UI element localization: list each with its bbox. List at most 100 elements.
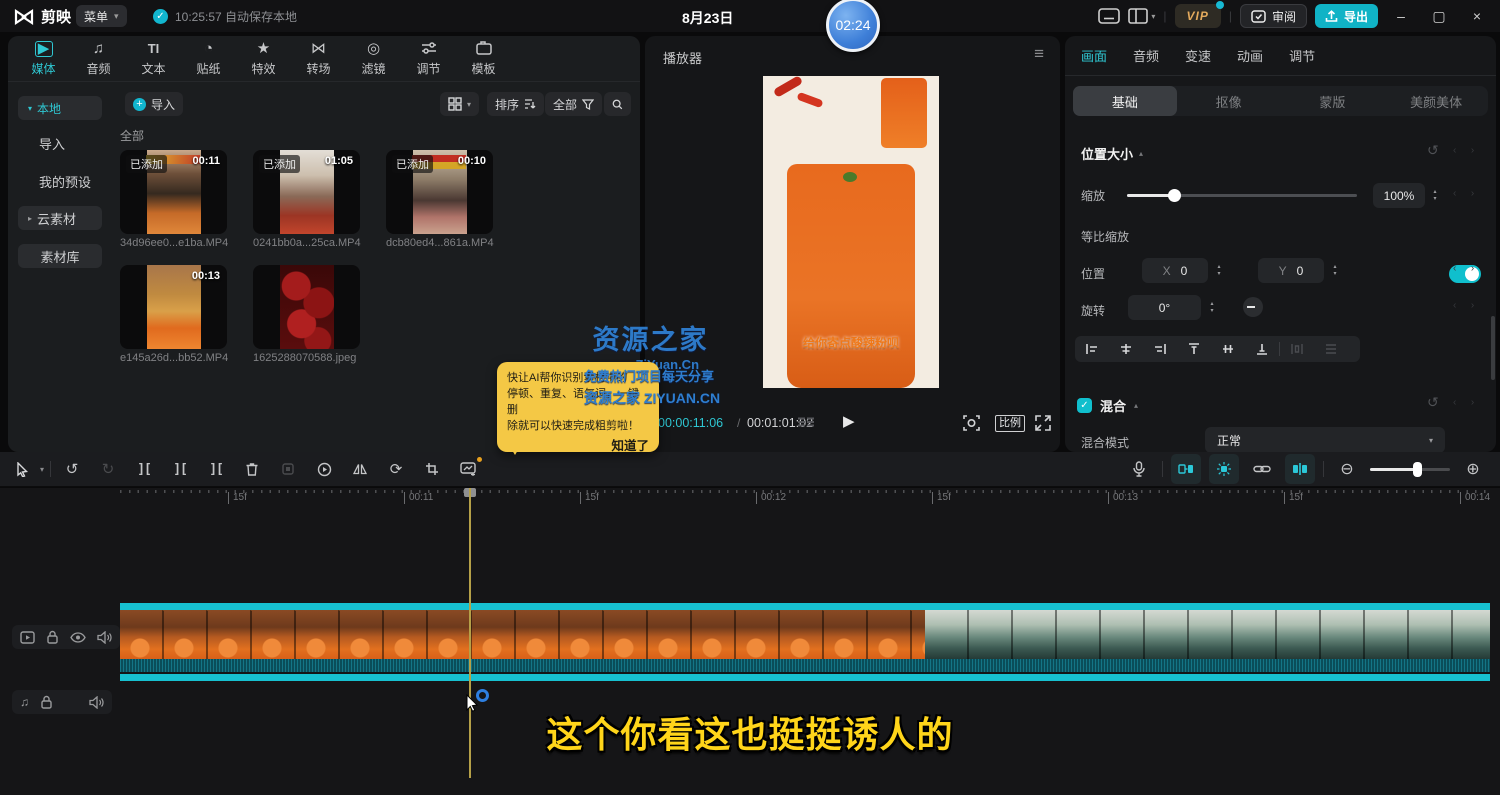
tab-transition[interactable]: ⋈ 转场 [291,36,346,82]
video-clip[interactable] [120,603,1490,681]
split-right-icon[interactable]: ][ [201,454,231,484]
align-bottom-icon[interactable] [1245,342,1279,356]
filter-button[interactable]: 全部 [545,92,602,116]
lock-icon[interactable] [46,630,59,644]
align-middle-icon[interactable] [1211,342,1245,356]
align-center-horizontal-icon[interactable] [1109,342,1143,356]
scale-stepper[interactable]: ▴▾ [1427,183,1443,208]
aspect-ratio-button[interactable]: 比例 [995,415,1025,432]
distribute-vertical-icon[interactable] [1314,342,1348,356]
fullscreen-icon[interactable] [1035,415,1051,431]
split-icon[interactable]: ][ [129,454,159,484]
subtab-cutout[interactable]: 抠像 [1177,86,1281,116]
scale-slider-thumb[interactable] [1168,189,1181,202]
mute-icon[interactable] [97,631,112,644]
media-item[interactable]: 已添加 00:10 [386,150,493,234]
smart-edit-icon[interactable] [453,454,483,484]
eye-icon[interactable] [70,632,86,643]
shortcut-keyboard-icon[interactable] [1098,8,1120,24]
timeline-zoom-in-icon[interactable]: ⊕ [1458,454,1488,484]
redo-icon[interactable]: ↻ [93,454,123,484]
minimize-button[interactable]: – [1386,0,1416,32]
magnetic-snap-icon[interactable] [1171,454,1201,484]
media-item[interactable]: 已添加 01:05 [253,150,360,234]
zoom-slider-thumb[interactable] [1413,462,1422,477]
rotate-dial[interactable] [1243,297,1263,317]
collapse-caret-icon[interactable]: ▴ [1134,401,1138,410]
close-button[interactable]: × [1462,0,1492,32]
collapse-caret-icon[interactable]: ▴ [1139,149,1143,158]
preview-quality-icon[interactable] [963,415,980,431]
timeline-zoom-out-icon[interactable]: ⊖ [1332,454,1362,484]
export-button[interactable]: 导出 [1315,4,1378,28]
position-y-input[interactable]: Y 0 [1258,258,1324,283]
layout-switch-button[interactable]: ▾ [1128,8,1155,24]
timeline-ruler[interactable]: 15f 00:11 15f 00:12 15f 00:13 15f 00:14 [0,492,1500,506]
reset-icon[interactable]: ↺ [1427,142,1439,159]
vip-button[interactable]: VIP [1175,4,1221,28]
blend-mode-dropdown[interactable]: 正常 ▾ [1205,427,1445,453]
scale-value-input[interactable]: 100% [1373,183,1425,208]
sort-button[interactable]: 排序 [487,92,544,116]
player-menu-icon[interactable]: ≡ [1034,44,1044,64]
align-right-icon[interactable] [1143,342,1177,356]
align-top-icon[interactable] [1177,342,1211,356]
link-clips-icon[interactable] [1247,454,1277,484]
got-it-button[interactable]: 知道了 [507,437,649,455]
align-left-icon[interactable] [1075,342,1109,356]
subtab-beauty[interactable]: 美颜美体 [1384,86,1488,116]
sidebar-item-presets[interactable]: 我的预设 [39,172,91,191]
tab-media[interactable]: ▶ 媒体 [16,36,71,82]
tab-canvas[interactable]: 画面 [1081,46,1107,65]
tab-effects[interactable]: ★ 特效 [236,36,291,82]
rotate-value-input[interactable]: 0° [1128,295,1201,320]
scale-slider[interactable] [1127,194,1357,197]
media-item[interactable]: 已添加 00:11 [120,150,227,234]
position-x-stepper[interactable]: ▴▾ [1211,258,1227,283]
chevron-down-icon[interactable]: ▾ [40,465,44,474]
tab-filter[interactable]: ◎ 滤镜 [346,36,401,82]
tab-template[interactable]: 模板 [456,36,511,82]
blend-checkbox[interactable]: ✓ [1077,398,1092,413]
split-left-icon[interactable]: ][ [165,454,195,484]
tab-text[interactable]: TI 文本 [126,36,181,82]
keyframe-nav[interactable]: ‹ › [1453,188,1477,199]
tab-adjust[interactable]: 调节 [401,36,456,82]
reset-icon[interactable]: ↺ [1427,394,1439,411]
menu-button[interactable]: 菜单 ▾ [76,5,127,27]
mirror-icon[interactable] [345,454,375,484]
tab-audio[interactable]: ♫ 音频 [71,36,126,82]
search-button[interactable] [604,92,631,116]
keyframe-nav[interactable]: ‹ › [1453,263,1477,274]
tab-animation[interactable]: 动画 [1237,46,1263,65]
position-y-stepper[interactable]: ▴▾ [1327,258,1343,283]
subtab-basic[interactable]: 基础 [1073,86,1177,116]
video-preview[interactable]: 给你寄点酸辣粉呗 [763,76,939,388]
frame-list-icon[interactable] [797,417,815,429]
import-media-button[interactable]: + 导入 [125,92,183,116]
tab-audio-props[interactable]: 音频 [1133,46,1159,65]
media-item[interactable]: 00:13 [120,265,227,349]
record-voiceover-icon[interactable] [1124,454,1154,484]
tab-speed[interactable]: 变速 [1185,46,1211,65]
play-button[interactable]: ▶ [843,412,855,430]
auto-snap-icon[interactable] [1209,454,1239,484]
sidebar-item-local[interactable]: ▾ 本地 [18,96,102,120]
media-item[interactable] [253,265,360,349]
sidebar-item-stock[interactable]: 素材库 [18,244,102,268]
preview-axis-icon[interactable] [1285,454,1315,484]
tab-adjust-props[interactable]: 调节 [1289,46,1315,65]
sidebar-item-cloud[interactable]: ▸ 云素材 [18,206,102,230]
sidebar-item-import[interactable]: 导入 [39,134,65,153]
delete-icon[interactable] [237,454,267,484]
maximize-button[interactable]: ▢ [1424,0,1454,32]
distribute-horizontal-icon[interactable] [1280,342,1314,356]
position-x-input[interactable]: X 0 [1142,258,1208,283]
select-cursor-icon[interactable] [12,454,34,484]
tab-sticker[interactable]: ◔ 贴纸 [181,36,236,82]
define-frame-icon[interactable] [273,454,303,484]
undo-icon[interactable]: ↺ [57,454,87,484]
rotate-stepper[interactable]: ▴▾ [1204,295,1220,320]
freeze-frame-icon[interactable] [309,454,339,484]
keyframe-nav[interactable]: ‹ › [1453,145,1477,156]
